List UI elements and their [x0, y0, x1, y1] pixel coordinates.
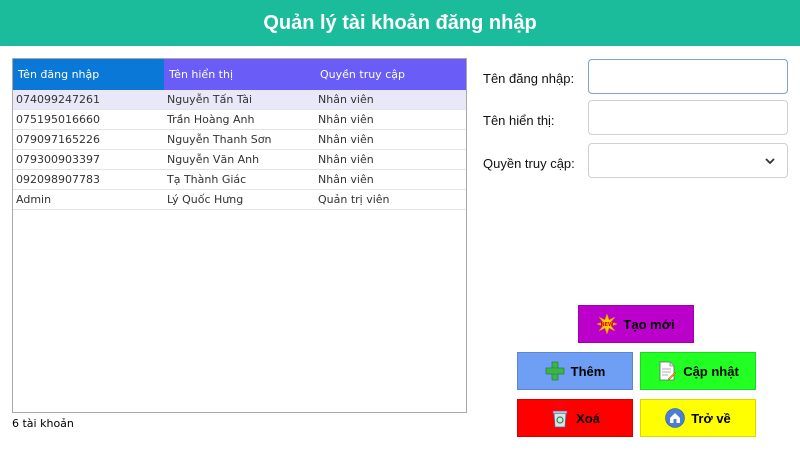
table-row[interactable]: 092098907783 Tạ Thành Giác Nhân viên [13, 170, 466, 190]
delete-button-label: Xoá [576, 410, 600, 426]
plus-icon [545, 361, 565, 381]
username-cell: 074099247261 [16, 93, 100, 106]
back-button[interactable]: Trở về [640, 399, 756, 437]
table-row[interactable]: 079300903397 Nguyễn Văn Anh Nhân viên [13, 150, 466, 170]
svg-text:NEW: NEW [601, 322, 615, 328]
grid-header: Tên đăng nhập Tên hiển thị Quyền truy cậ… [13, 59, 466, 90]
role-cell: Nhân viên [318, 113, 374, 126]
grid-body: 074099247261 Nguyễn Tấn Tài Nhân viên 07519… [13, 90, 466, 210]
new-starburst-icon: NEW [597, 314, 618, 334]
username-label: Tên đăng nhập: [483, 71, 575, 86]
new-button-label: Tạo mới [623, 316, 675, 332]
account-count: 6 tài khoản [12, 417, 74, 430]
delete-button[interactable]: Xoá [517, 399, 633, 437]
displayname-label: Tên hiển thị: [483, 113, 555, 128]
document-edit-icon [657, 361, 677, 381]
title-bar: Quản lý tài khoản đăng nhập [0, 0, 800, 46]
role-cell: Nhân viên [318, 133, 374, 146]
chevron-down-icon [765, 158, 775, 165]
username-field[interactable] [588, 59, 788, 94]
username-cell: Admin [16, 193, 52, 206]
add-button-label: Thêm [570, 363, 606, 379]
new-button[interactable]: NEW Tạo mới [578, 305, 694, 343]
header-displayname[interactable]: Tên hiển thị [164, 59, 315, 90]
displayname-cell: Nguyễn Tấn Tài [167, 93, 253, 106]
accounts-grid[interactable]: Tên đăng nhập Tên hiển thị Quyền truy cậ… [12, 58, 467, 413]
add-button[interactable]: Thêm [517, 352, 633, 390]
displayname-cell: Nguyễn Văn Anh [167, 153, 260, 166]
username-cell: 092098907783 [16, 173, 100, 186]
username-cell: 079097165226 [16, 133, 100, 146]
role-cell: Nhân viên [318, 173, 374, 186]
table-row[interactable]: 074099247261 Nguyễn Tấn Tài Nhân viên [13, 90, 466, 110]
username-cell: 079300903397 [16, 153, 100, 166]
displayname-field[interactable] [588, 100, 788, 135]
role-select[interactable] [588, 143, 788, 178]
displayname-cell: Nguyễn Thanh Sơn [167, 133, 272, 146]
table-row[interactable]: Admin Lý Quốc Hưng Quản trị viên [13, 190, 466, 210]
displayname-cell: Tạ Thành Giác [167, 173, 247, 186]
header-role[interactable]: Quyền truy cập [315, 59, 466, 90]
role-cell: Nhân viên [318, 93, 374, 106]
role-label: Quyền truy cập: [483, 156, 575, 171]
header-username[interactable]: Tên đăng nhập [13, 59, 164, 90]
role-cell: Quản trị viên [318, 193, 390, 206]
displayname-cell: Lý Quốc Hưng [167, 193, 244, 206]
username-cell: 075195016660 [16, 113, 100, 126]
home-icon [665, 408, 685, 428]
table-row[interactable]: 079097165226 Nguyễn Thanh Sơn Nhân viên [13, 130, 466, 150]
recycle-bin-icon [550, 408, 570, 428]
update-button[interactable]: Cập nhật [640, 352, 756, 390]
role-cell: Nhân viên [318, 153, 374, 166]
window-title: Quản lý tài khoản đăng nhập [263, 11, 537, 34]
back-button-label: Trở về [691, 410, 731, 426]
update-button-label: Cập nhật [683, 363, 739, 379]
table-row[interactable]: 075195016660 Trần Hoàng Anh Nhân viên [13, 110, 466, 130]
displayname-cell: Trần Hoàng Anh [167, 113, 255, 126]
